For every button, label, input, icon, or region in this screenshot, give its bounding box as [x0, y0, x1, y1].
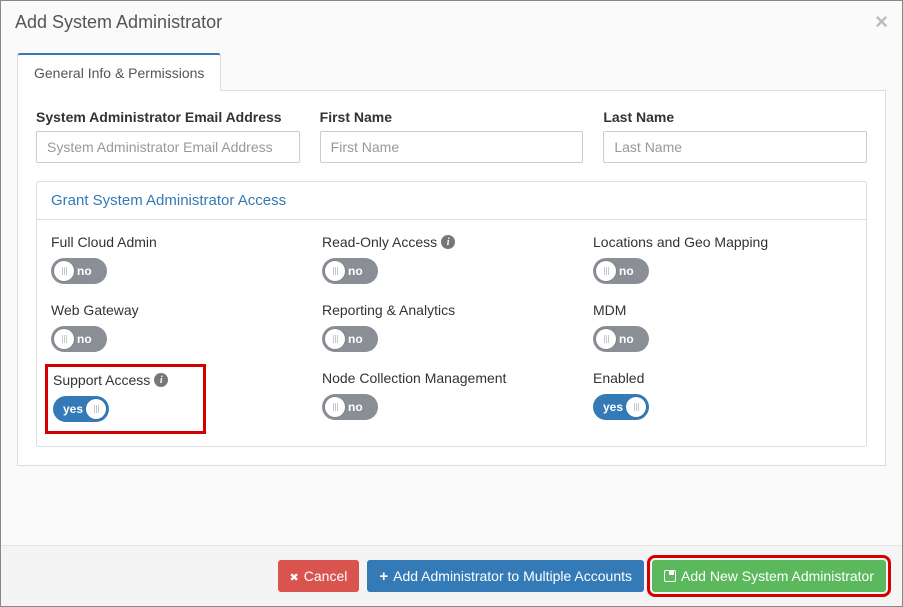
perm-reporting: Reporting & Analytics no — [322, 302, 581, 352]
perm-web-gateway: Web Gateway no — [51, 302, 310, 352]
perm-label: Locations and Geo Mapping — [593, 234, 852, 250]
toggle-knob — [596, 329, 616, 349]
grant-access-body: Full Cloud Admin no Read-Only Access i — [37, 220, 866, 446]
perm-label: Full Cloud Admin — [51, 234, 310, 250]
close-icon[interactable]: × — [875, 11, 888, 33]
perm-locations: Locations and Geo Mapping no — [593, 234, 852, 284]
perm-enabled: Enabled yes — [593, 370, 852, 428]
toggle-knob — [325, 397, 345, 417]
plus-icon — [379, 568, 388, 584]
field-first-name: First Name — [320, 109, 584, 163]
toggle-reporting[interactable]: no — [322, 326, 378, 352]
toggle-knob — [54, 329, 74, 349]
modal-header: Add System Administrator × — [1, 1, 902, 43]
toggle-knob — [596, 261, 616, 281]
perm-read-only: Read-Only Access i no — [322, 234, 581, 284]
modal-footer: Cancel Add Administrator to Multiple Acc… — [1, 545, 902, 606]
first-name-label: First Name — [320, 109, 584, 125]
info-icon[interactable]: i — [154, 373, 168, 387]
add-system-admin-modal: Add System Administrator × General Info … — [1, 1, 902, 606]
info-icon[interactable]: i — [441, 235, 455, 249]
toggle-knob — [325, 261, 345, 281]
save-icon — [664, 570, 676, 582]
add-multi-accounts-button[interactable]: Add Administrator to Multiple Accounts — [367, 560, 644, 592]
toggle-enabled[interactable]: yes — [593, 394, 649, 420]
tab-panel: System Administrator Email Address First… — [17, 90, 886, 466]
toggle-locations[interactable]: no — [593, 258, 649, 284]
identity-fields-row: System Administrator Email Address First… — [36, 109, 867, 163]
email-label: System Administrator Email Address — [36, 109, 300, 125]
toggle-node-collection[interactable]: no — [322, 394, 378, 420]
field-last-name: Last Name — [603, 109, 867, 163]
add-new-system-admin-button[interactable]: Add New System Administrator — [652, 560, 886, 592]
perm-mdm: MDM no — [593, 302, 852, 352]
permissions-grid: Full Cloud Admin no Read-Only Access i — [51, 234, 852, 428]
modal-body: General Info & Permissions System Admini… — [1, 43, 902, 545]
toggle-knob — [325, 329, 345, 349]
toggle-read-only[interactable]: no — [322, 258, 378, 284]
toggle-knob — [86, 399, 106, 419]
perm-full-cloud-admin: Full Cloud Admin no — [51, 234, 310, 284]
toggle-support-access[interactable]: yes — [53, 396, 109, 422]
tabs: General Info & Permissions — [17, 53, 886, 91]
cancel-button[interactable]: Cancel — [278, 560, 360, 592]
perm-label: Node Collection Management — [322, 370, 581, 386]
email-input[interactable] — [36, 131, 300, 163]
toggle-mdm[interactable]: no — [593, 326, 649, 352]
modal-title: Add System Administrator — [15, 12, 222, 33]
grant-access-header: Grant System Administrator Access — [37, 182, 866, 220]
toggle-web-gateway[interactable]: no — [51, 326, 107, 352]
perm-label: MDM — [593, 302, 852, 318]
first-name-input[interactable] — [320, 131, 584, 163]
toggle-knob — [54, 261, 74, 281]
perm-label: Enabled — [593, 370, 852, 386]
x-icon — [290, 568, 299, 584]
tab-general-info[interactable]: General Info & Permissions — [17, 53, 221, 91]
last-name-label: Last Name — [603, 109, 867, 125]
perm-label: Read-Only Access i — [322, 234, 581, 250]
perm-label: Web Gateway — [51, 302, 310, 318]
grant-access-panel: Grant System Administrator Access Full C… — [36, 181, 867, 447]
toggle-knob — [626, 397, 646, 417]
perm-node-collection: Node Collection Management no — [322, 370, 581, 428]
perm-label: Reporting & Analytics — [322, 302, 581, 318]
toggle-full-cloud-admin[interactable]: no — [51, 258, 107, 284]
field-email: System Administrator Email Address — [36, 109, 300, 163]
last-name-input[interactable] — [603, 131, 867, 163]
perm-label: Support Access i — [53, 372, 168, 388]
perm-support-access: Support Access i yes — [51, 370, 200, 428]
